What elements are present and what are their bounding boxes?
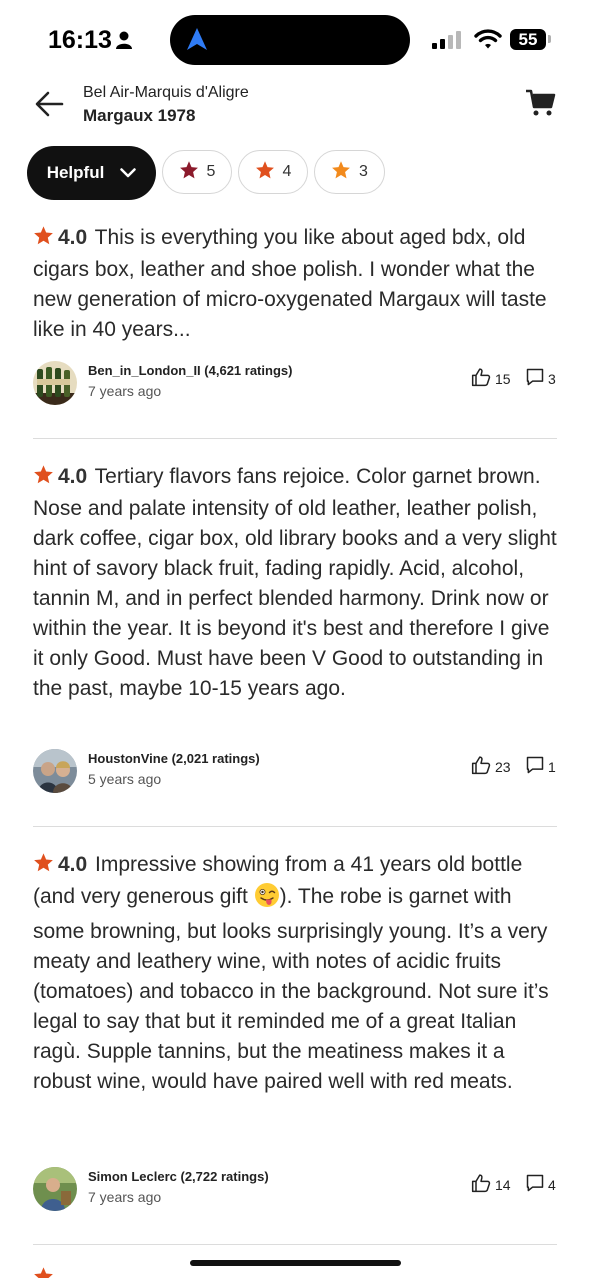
like-count: 15 [495,370,511,387]
battery-tip [548,35,551,43]
avatar[interactable] [33,749,77,793]
comment-icon [525,1173,545,1196]
comment-button[interactable]: 3 [525,367,556,390]
star-icon [33,852,54,882]
sort-label: Helpful [46,163,105,182]
like-count: 23 [495,758,511,775]
review-time: 7 years ago [88,383,162,399]
review-rating: 4.0 [58,226,88,249]
battery-indicator: 55 [510,29,546,50]
thumbs-up-icon [471,755,491,778]
wine-producer: Bel Air-Marquis d'Aligre [83,84,249,101]
comment-count: 1 [548,758,556,775]
like-button[interactable]: 14 [471,1173,511,1196]
star-icon [179,160,199,185]
star-icon [331,160,351,185]
filter-chip-label: 3 [359,163,368,180]
like-button[interactable]: 15 [471,367,511,390]
wine-title: Margaux 1978 [83,106,196,125]
person-icon [116,31,132,54]
review-meta: HoustonVine (2,021 ratings) 5 years ago … [33,749,557,799]
back-arrow-icon[interactable] [34,90,64,123]
status-time: 16:13 [48,26,112,54]
review-text: Tertiary flavors fans rejoice. Color gar… [33,465,557,700]
review-card[interactable]: 4.0 Impressive showing from a 41 years o… [33,850,557,1211]
divider [33,438,557,439]
comment-button[interactable]: 1 [525,755,556,778]
next-review-peek [33,1266,54,1278]
filter-chip-3-stars[interactable]: 3 [314,150,385,194]
star-icon [255,160,275,185]
comment-icon [525,755,545,778]
divider [33,826,557,827]
review-text: This is everything you like about aged b… [33,226,547,341]
review-body: 4.0 Impressive showing from a 41 years o… [33,850,557,1097]
review-body: 4.0 This is everything you like about ag… [33,223,557,345]
like-count: 14 [495,1176,511,1193]
filter-chip-label: 5 [206,163,216,180]
comment-button[interactable]: 4 [525,1173,556,1196]
cellular-signal-icon [432,31,464,54]
review-card[interactable]: 4.0 Tertiary flavors fans rejoice. Color… [33,462,557,793]
status-bar: 16:13 55 [0,0,590,80]
comment-count: 4 [548,1176,556,1193]
review-time: 5 years ago [88,771,162,787]
home-indicator[interactable] [190,1260,401,1266]
star-icon [33,1266,54,1278]
review-time: 7 years ago [88,1189,162,1205]
review-rating: 4.0 [58,853,88,876]
comment-icon [525,367,545,390]
winking-tongue-emoji-icon [254,882,280,917]
review-meta: Simon Leclerc (2,722 ratings) 7 years ag… [33,1167,557,1217]
dynamic-island [170,15,410,65]
review-text-end: ). The robe is garnet with some browning… [33,885,549,1093]
reviewer-name[interactable]: Simon Leclerc (2,722 ratings) [88,1169,269,1184]
comment-count: 3 [548,370,556,387]
cart-icon[interactable] [524,88,556,123]
star-icon [33,464,54,494]
navigation-arrow-icon [186,27,208,56]
filter-chip-label: 4 [282,163,292,180]
thumbs-up-icon [471,367,491,390]
review-meta: Ben_in_London_II (4,621 ratings) 7 years… [33,361,557,411]
review-body: 4.0 Tertiary flavors fans rejoice. Color… [33,462,557,704]
review-card[interactable]: 4.0 This is everything you like about ag… [33,223,557,405]
star-icon [33,225,54,255]
sort-dropdown[interactable]: Helpful [27,146,156,200]
reviewer-name[interactable]: HoustonVine (2,021 ratings) [88,751,260,766]
thumbs-up-icon [471,1173,491,1196]
chevron-down-icon [120,163,137,183]
filter-chip-4-stars[interactable]: 4 [238,150,308,194]
reviewer-name[interactable]: Ben_in_London_II (4,621 ratings) [88,363,292,378]
review-rating: 4.0 [58,465,88,488]
wifi-icon [474,28,502,55]
avatar[interactable] [33,1167,77,1211]
divider [33,1244,557,1245]
like-button[interactable]: 23 [471,755,511,778]
avatar[interactable] [33,361,77,405]
filter-chip-5-stars[interactable]: 5 [162,150,232,194]
